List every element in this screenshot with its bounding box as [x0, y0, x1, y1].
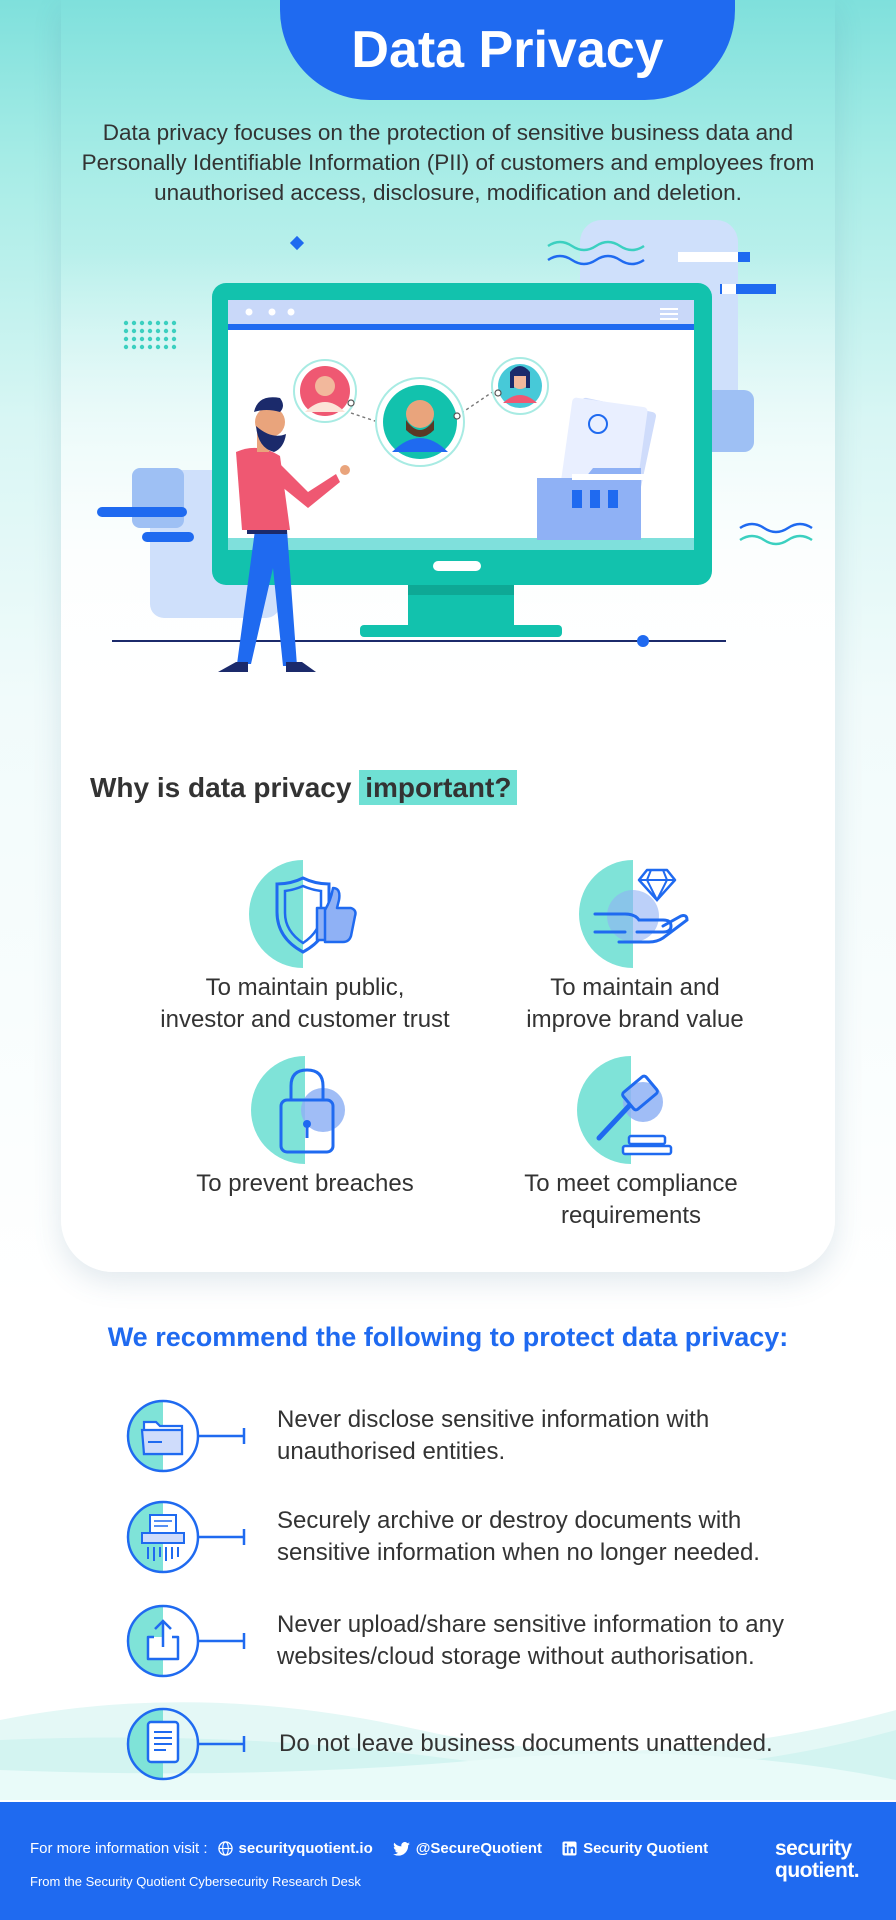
benefit-brand: To maintain and improve brand value	[470, 858, 800, 1036]
recommend-item-text: Never disclose sensitive information wit…	[277, 1404, 837, 1468]
padlock-icon	[251, 1056, 345, 1164]
website-link[interactable]: securityquotient.io	[217, 1840, 373, 1857]
recommend-item-line1: Never disclose sensitive information wit…	[277, 1406, 710, 1433]
recommend-item-line1: Do not leave business documents unattend…	[279, 1730, 773, 1757]
benefit-brand-line1: To maintain and	[550, 974, 720, 1001]
gavel-icon	[577, 1056, 673, 1164]
recommend-item-line2: websites/cloud storage without authorisa…	[277, 1643, 755, 1670]
brand-line1: security	[775, 1837, 852, 1860]
intro-text: Data privacy focuses on the protection o…	[81, 120, 815, 205]
recommend-item-disclose: Never disclose sensitive information wit…	[126, 1398, 709, 1474]
page-title: Data Privacy	[351, 21, 664, 79]
recommend-item-text: Securely archive or destroy documents wi…	[277, 1505, 837, 1569]
benefit-breaches-line1: To prevent breaches	[196, 1170, 414, 1197]
brand-line2: quotient.	[775, 1859, 860, 1882]
benefit-trust-line1: To maintain public,	[205, 974, 405, 1001]
brand-logo: security quotient.	[775, 1837, 860, 1882]
upload-icon	[126, 1604, 246, 1678]
linkedin-text: Security Quotient	[583, 1840, 709, 1857]
recommend-item-text: Do not leave business documents unattend…	[279, 1728, 839, 1760]
benefit-trust-line2: investor and customer trust	[160, 1006, 450, 1033]
shield-thumbs-up-icon	[249, 860, 357, 968]
recommend-item-archive: Securely archive or destroy documents wi…	[126, 1499, 760, 1575]
linkedin-link[interactable]: Security Quotient	[562, 1840, 708, 1857]
recommend-item-line1: Never upload/share sensitive information…	[277, 1611, 784, 1638]
twitter-text: @SecureQuotient	[415, 1840, 543, 1857]
why-heading: Why is data privacy important?	[90, 770, 518, 805]
benefit-breaches: To prevent breaches	[140, 1054, 470, 1200]
benefit-trust: To maintain public, investor and custome…	[140, 858, 470, 1036]
footer: For more information visit : securityquo…	[0, 1802, 896, 1920]
title-banner: Data Privacy	[280, 0, 735, 100]
why-heading-text: Why is data privacy	[90, 772, 360, 803]
recommend-heading: We recommend the following to protect da…	[107, 1322, 789, 1352]
shredder-icon	[126, 1500, 246, 1574]
why-heading-highlight: important?	[359, 770, 518, 805]
twitter-link[interactable]: @SecureQuotient	[392, 1840, 543, 1857]
recommend-item-line2: unauthorised entities.	[277, 1438, 506, 1465]
twitter-icon	[392, 1841, 410, 1856]
folder-icon	[126, 1399, 246, 1473]
recommend-item-line2: sensitive information when no longer nee…	[277, 1539, 760, 1566]
benefit-compliance: To meet compliance requirements	[466, 1054, 796, 1232]
linkedin-icon	[562, 1841, 577, 1856]
benefit-brand-line2: improve brand value	[526, 1006, 744, 1033]
hand-diamond-icon	[579, 860, 689, 968]
recommend-item-line1: Securely archive or destroy documents wi…	[277, 1507, 742, 1534]
recommend-item-text: Never upload/share sensitive information…	[277, 1609, 837, 1673]
benefit-compliance-line2: requirements	[560, 1202, 702, 1229]
document-icon	[126, 1707, 246, 1781]
data-privacy-illustration	[97, 220, 813, 672]
globe-icon	[217, 1841, 233, 1856]
footer-links: For more information visit : securityquo…	[30, 1840, 728, 1857]
benefit-compliance-line1: To meet compliance	[524, 1170, 738, 1197]
footer-desk-text: From the Security Quotient Cybersecurity…	[30, 1874, 361, 1889]
recommend-item-upload: Never upload/share sensitive information…	[126, 1603, 784, 1679]
website-text: securityquotient.io	[238, 1840, 373, 1857]
recommend-item-unattended: Do not leave business documents unattend…	[126, 1706, 773, 1782]
footer-info-label: For more information visit :	[30, 1840, 208, 1857]
